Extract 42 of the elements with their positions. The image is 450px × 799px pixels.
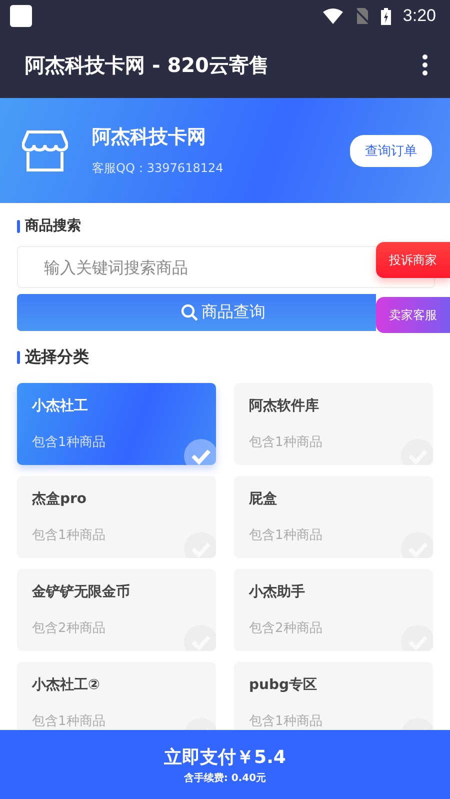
category-card[interactable]: 阿杰软件库 包含1种商品 [234, 383, 433, 465]
fee-note: 含手续费: 0.40元 [184, 772, 266, 784]
category-name: 屁盒 [249, 490, 277, 508]
section-heading: 商品搜索 [25, 217, 81, 235]
category-card[interactable]: 杰盒pro 包含1种商品 [17, 476, 216, 558]
wifi-icon [322, 8, 343, 24]
category-card[interactable]: pubg专区 包含1种商品 [234, 662, 433, 730]
battery-icon [380, 8, 391, 24]
support-contact: 客服QQ：3397618124 [92, 160, 224, 177]
app-title: 阿杰科技卡网 - 820云寄售 [25, 52, 269, 78]
category-card[interactable]: 金铲铲无限金币 包含2种商品 [17, 569, 216, 651]
category-name: 小杰社工② [32, 676, 100, 694]
product-count: 包含1种商品 [249, 527, 322, 544]
section-heading: 选择分类 [25, 347, 89, 368]
status-time: 3:20 [402, 6, 436, 26]
product-count: 包含2种商品 [249, 620, 322, 637]
store-icon [22, 130, 68, 172]
category-name: 阿杰软件库 [249, 397, 319, 415]
category-card[interactable]: 小杰社工② 包含1种商品 [17, 662, 216, 730]
category-card[interactable]: 小杰社工 包含1种商品 [17, 383, 216, 465]
category-name: pubg专区 [249, 676, 318, 694]
floating-button[interactable]: 卖家客服 [376, 297, 450, 333]
category-card[interactable]: 小杰助手 包含2种商品 [234, 569, 433, 651]
menu-icon[interactable] [422, 54, 428, 76]
category-name: 金铲铲无限金币 [32, 583, 130, 601]
product-count: 包含1种商品 [249, 713, 322, 730]
pay-now-button[interactable]: 立即支付￥5.4 [164, 744, 286, 768]
product-count: 包含1种商品 [249, 434, 322, 451]
no-sim-icon [354, 8, 369, 24]
app-icon [10, 5, 32, 27]
category-card[interactable]: 屁盒 包含1种商品 [234, 476, 433, 558]
category-name: 杰盒pro [32, 490, 87, 508]
search-icon [180, 304, 198, 321]
query-order-button[interactable]: 查询订单 [350, 134, 432, 166]
category-name: 小杰社工 [32, 397, 88, 415]
category-name: 小杰助手 [249, 583, 305, 601]
product-count: 包含1种商品 [32, 434, 106, 451]
product-count: 包含1种商品 [32, 527, 106, 544]
product-count: 包含1种商品 [32, 713, 106, 730]
shop-name: 阿杰科技卡网 [92, 125, 207, 150]
product-count: 包含2种商品 [32, 620, 106, 637]
floating-button[interactable]: 投诉商家 [376, 242, 450, 278]
